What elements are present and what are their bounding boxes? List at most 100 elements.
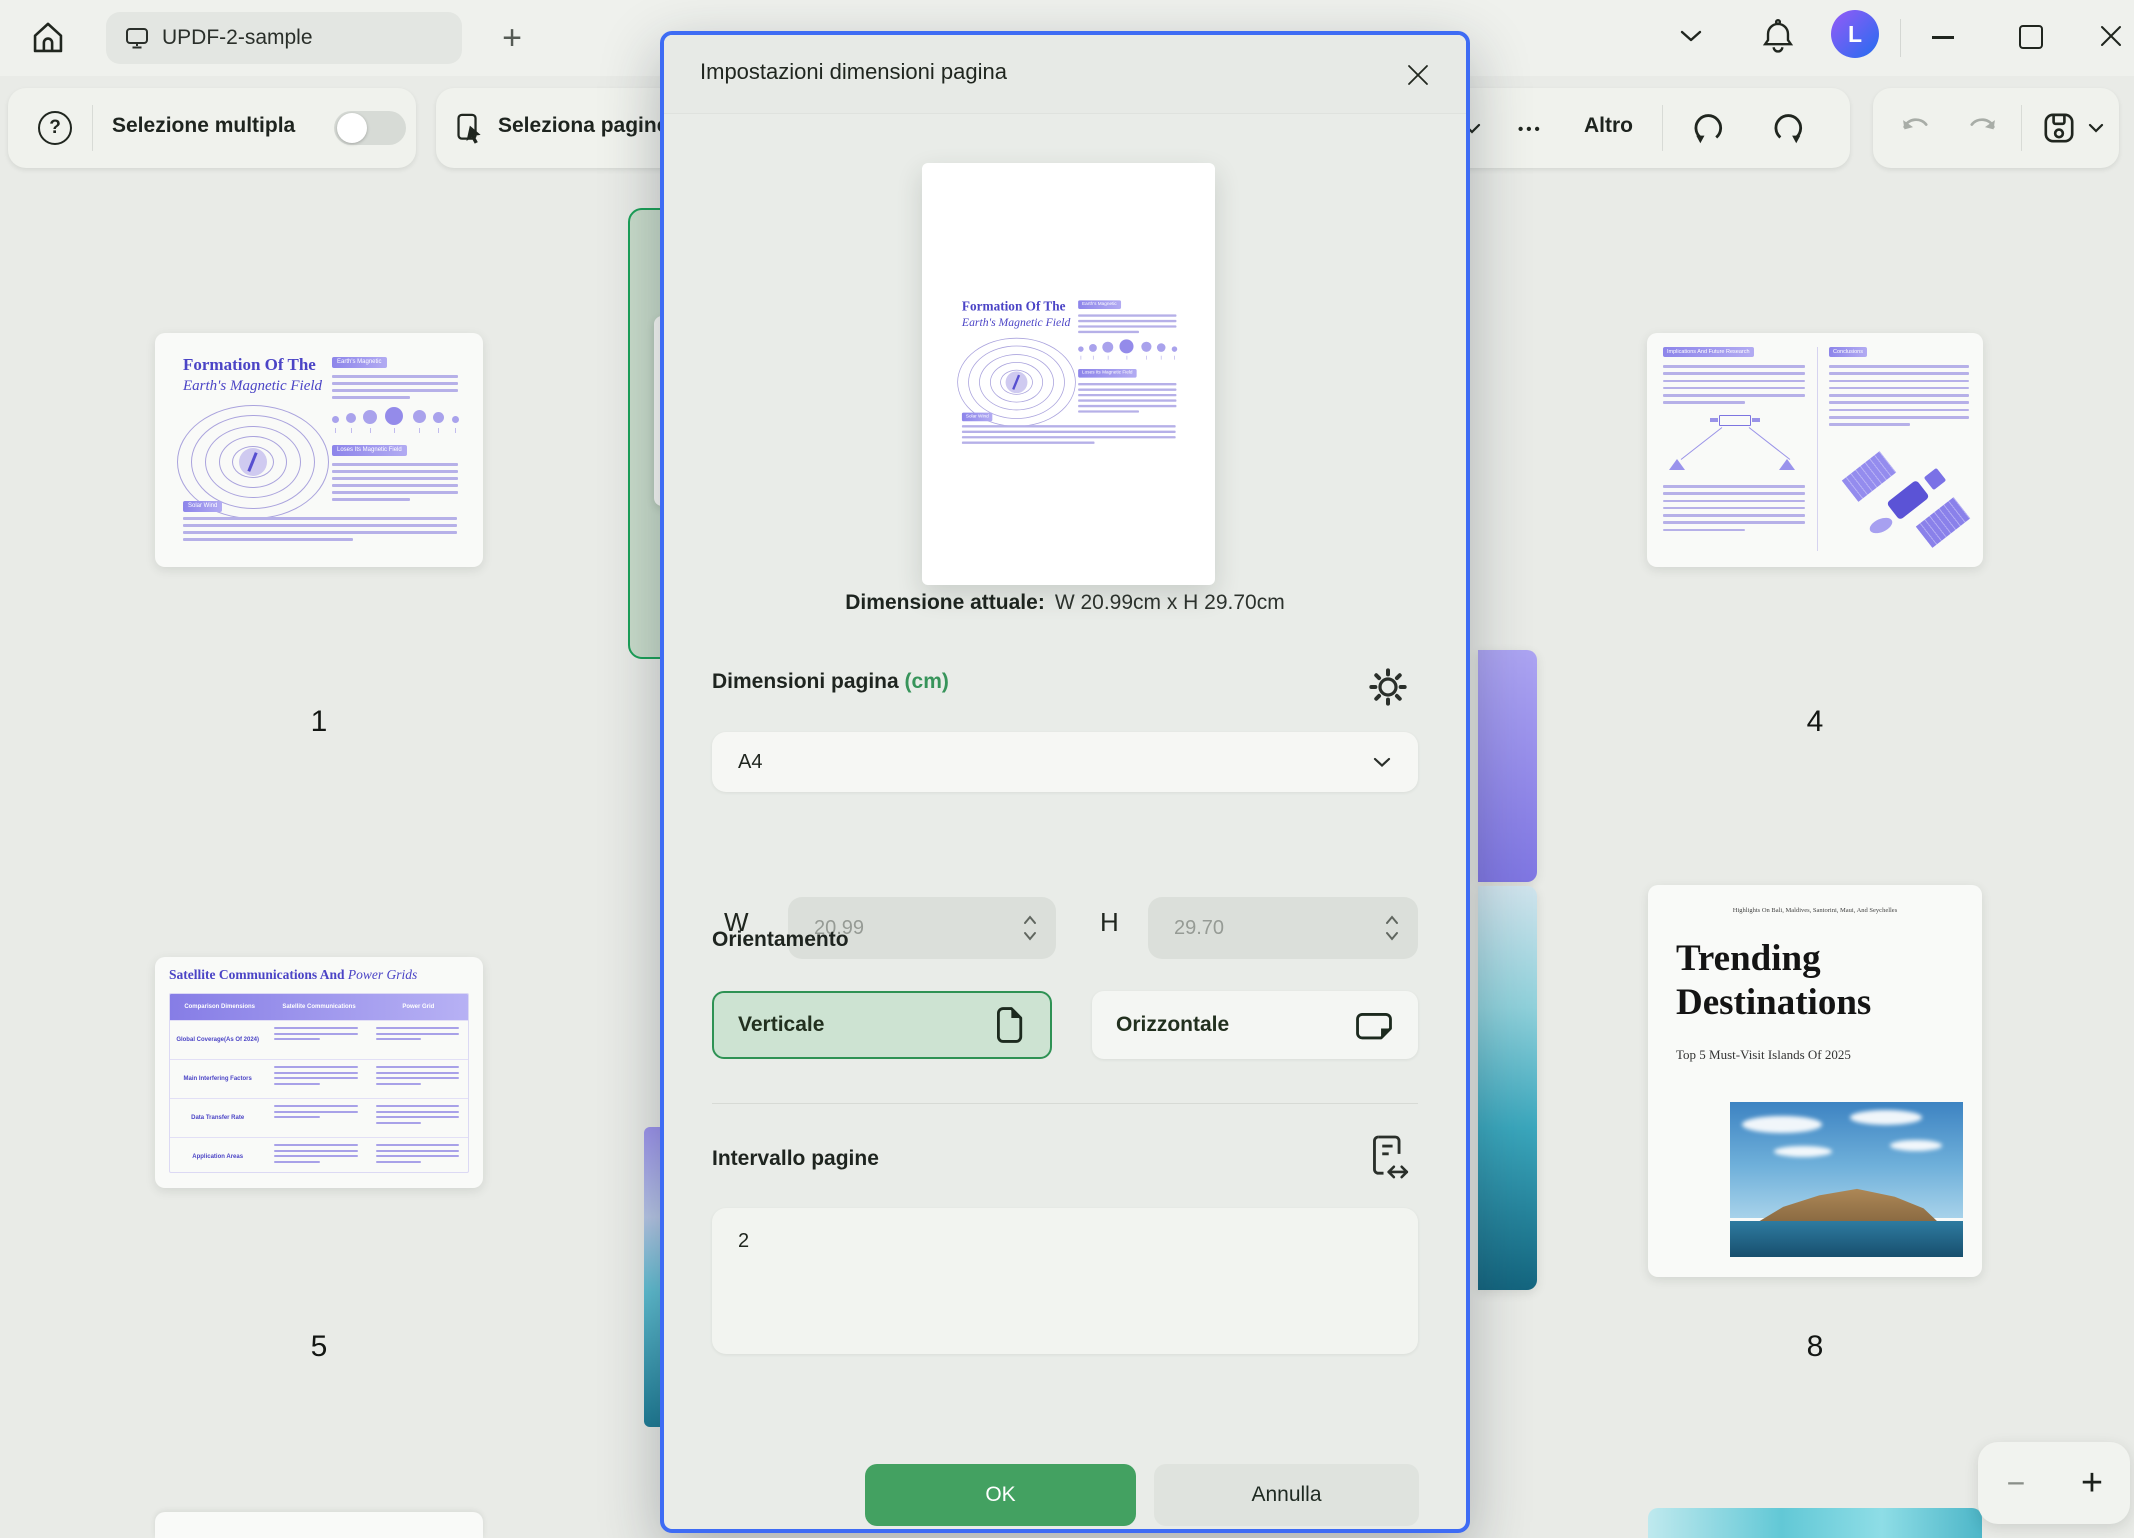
new-tab-button[interactable]: + xyxy=(492,18,532,58)
height-value: 29.70 xyxy=(1174,917,1224,940)
page-thumbnail-6-partial[interactable] xyxy=(644,1127,661,1427)
text-lines xyxy=(332,463,458,505)
save-chevron-down-icon[interactable] xyxy=(2087,122,2105,134)
avatar-initial: L xyxy=(1848,21,1862,48)
current-size-label: Dimensione attuale: xyxy=(845,591,1045,614)
chevron-down-icon xyxy=(1372,756,1392,768)
page-thumbnail-9-partial[interactable] xyxy=(155,1512,483,1538)
page-size-preset-select[interactable]: A4 xyxy=(712,732,1418,792)
save-icon[interactable] xyxy=(2041,110,2077,146)
stepper-icon[interactable] xyxy=(1384,912,1400,944)
landscape-label: Orizzontale xyxy=(1116,1013,1229,1037)
page-number-5: 5 xyxy=(279,1330,359,1364)
help-icon[interactable]: ? xyxy=(38,111,72,145)
dialog-title: Impostazioni dimensioni pagina xyxy=(700,59,1007,85)
notifications-bell-icon[interactable] xyxy=(1760,18,1796,56)
row-label: Main Interfering Factors xyxy=(170,1060,265,1098)
page-thumbnail-4[interactable]: Implications And Future Research Conclus… xyxy=(1647,333,1983,567)
cancel-button[interactable]: Annulla xyxy=(1154,1464,1419,1526)
section-divider xyxy=(712,1103,1418,1104)
row-label: Data Transfer Rate xyxy=(170,1099,265,1137)
column-divider xyxy=(1817,347,1818,551)
row-label: Application Areas xyxy=(170,1138,265,1173)
more-label[interactable]: Altro xyxy=(1584,114,1633,138)
table-row: Main Interfering Factors xyxy=(170,1059,468,1098)
page-thumbnail-10-partial[interactable] xyxy=(1648,1508,1982,1538)
page-number-4: 4 xyxy=(1775,705,1855,739)
page1-content: Formation Of The Earth's Magnetic Field … xyxy=(169,345,469,555)
page5-title-main: Satellite Communications And xyxy=(169,967,348,982)
table-row: Data Transfer Rate xyxy=(170,1098,468,1137)
page-range-input[interactable]: 2 xyxy=(712,1208,1418,1354)
page8-subtitle: Top 5 Must-Visit Islands Of 2025 xyxy=(1676,1047,1851,1063)
island-photo xyxy=(1730,1102,1963,1257)
document-tab[interactable]: UPDF-2-sample xyxy=(106,12,462,64)
toolbar-group-file xyxy=(1873,88,2119,168)
document-tab-icon xyxy=(124,26,150,50)
window-close-button[interactable] xyxy=(2098,23,2124,49)
portrait-label: Verticale xyxy=(738,1013,824,1037)
minimize-button[interactable] xyxy=(1932,36,1954,39)
dialog-header: Impostazioni dimensioni pagina xyxy=(664,35,1466,114)
text-lines xyxy=(1663,485,1805,536)
page-thumbnail-7-partial[interactable] xyxy=(1478,886,1537,1290)
text-lines xyxy=(265,1138,366,1173)
toolbar-divider xyxy=(92,105,93,151)
tabs-chevron-down-icon[interactable] xyxy=(1678,28,1704,44)
slide-tag: Solar Wind xyxy=(183,501,222,512)
orientation-portrait-button[interactable]: Verticale xyxy=(712,991,1052,1059)
text-lines xyxy=(332,375,458,403)
page5-title-italic: Power Grids xyxy=(348,967,417,982)
orientation-landscape-button[interactable]: Orizzontale xyxy=(1092,991,1418,1059)
redo-icon[interactable] xyxy=(1965,112,1999,144)
rotate-left-button[interactable] xyxy=(1688,108,1728,148)
table-header: Comparison Dimensions xyxy=(170,994,269,1020)
window-controls-divider xyxy=(1900,19,1901,57)
text-lines xyxy=(1078,383,1176,416)
rotate-right-button[interactable] xyxy=(1768,108,1808,148)
page-thumbnail-5[interactable]: Satellite Communications And Power Grids… xyxy=(155,957,483,1188)
home-button[interactable] xyxy=(28,18,68,58)
height-field[interactable]: 29.70 xyxy=(1148,897,1418,959)
gear-icon[interactable] xyxy=(1368,667,1408,707)
text-lines xyxy=(1663,365,1805,409)
page-size-label: Dimensioni pagina xyxy=(712,670,899,693)
page-number-8: 8 xyxy=(1775,1330,1855,1364)
slide-tag: Solar Wind xyxy=(962,413,993,422)
text-lines xyxy=(1829,365,1969,431)
planets-row xyxy=(331,403,461,437)
page-size-unit: (cm) xyxy=(905,670,949,693)
row-label: Global Coverage(As Of 2024) xyxy=(170,1021,265,1059)
account-avatar[interactable]: L xyxy=(1831,10,1879,58)
zoom-out-button[interactable]: − xyxy=(1978,1465,2054,1502)
page-size-section-label: Dimensioni pagina (cm) xyxy=(712,670,949,694)
select-pages-label[interactable]: Seleziona pagine xyxy=(498,114,668,138)
orientation-section-label: Orientamento xyxy=(712,928,849,952)
table-header-row: Comparison Dimensions Satellite Communic… xyxy=(170,994,468,1020)
satellite-illustration xyxy=(1843,455,1973,555)
slide-subtitle: Earth's Magnetic Field xyxy=(183,378,322,395)
landscape-page-icon xyxy=(1354,1008,1394,1042)
page-size-settings-dialog: Impostazioni dimensioni pagina Formation… xyxy=(660,31,1470,1533)
table-header: Power Grid xyxy=(369,994,468,1020)
current-size-line: Dimensione attuale:W 20.99cm x H 29.70cm xyxy=(664,591,1466,615)
stepper-icon[interactable] xyxy=(1022,912,1038,944)
page-thumbnail-3-partial[interactable] xyxy=(1478,650,1537,882)
page-thumbnail-8[interactable]: Highlights On Bali, Maldives, Santorini,… xyxy=(1648,885,1982,1277)
ok-button[interactable]: OK xyxy=(865,1464,1136,1526)
maximize-button[interactable] xyxy=(2019,25,2043,49)
page-thumbnail-1[interactable]: Formation Of The Earth's Magnetic Field … xyxy=(155,333,483,567)
page-range-icon[interactable] xyxy=(1368,1133,1412,1185)
planets-row xyxy=(1077,336,1178,363)
page8-title: Trending xyxy=(1676,937,1821,980)
text-lines xyxy=(367,1099,468,1137)
zoom-in-button[interactable]: + xyxy=(2054,1462,2130,1505)
toggle-knob xyxy=(337,113,367,143)
height-label: H xyxy=(1100,907,1119,938)
undo-icon[interactable] xyxy=(1899,112,1933,144)
page-number-1: 1 xyxy=(279,705,359,739)
multi-select-toggle[interactable] xyxy=(334,111,406,145)
dialog-close-icon[interactable] xyxy=(1404,61,1432,89)
text-lines xyxy=(265,1099,366,1137)
page-preview: Formation Of The Earth's Magnetic Field … xyxy=(922,163,1215,585)
